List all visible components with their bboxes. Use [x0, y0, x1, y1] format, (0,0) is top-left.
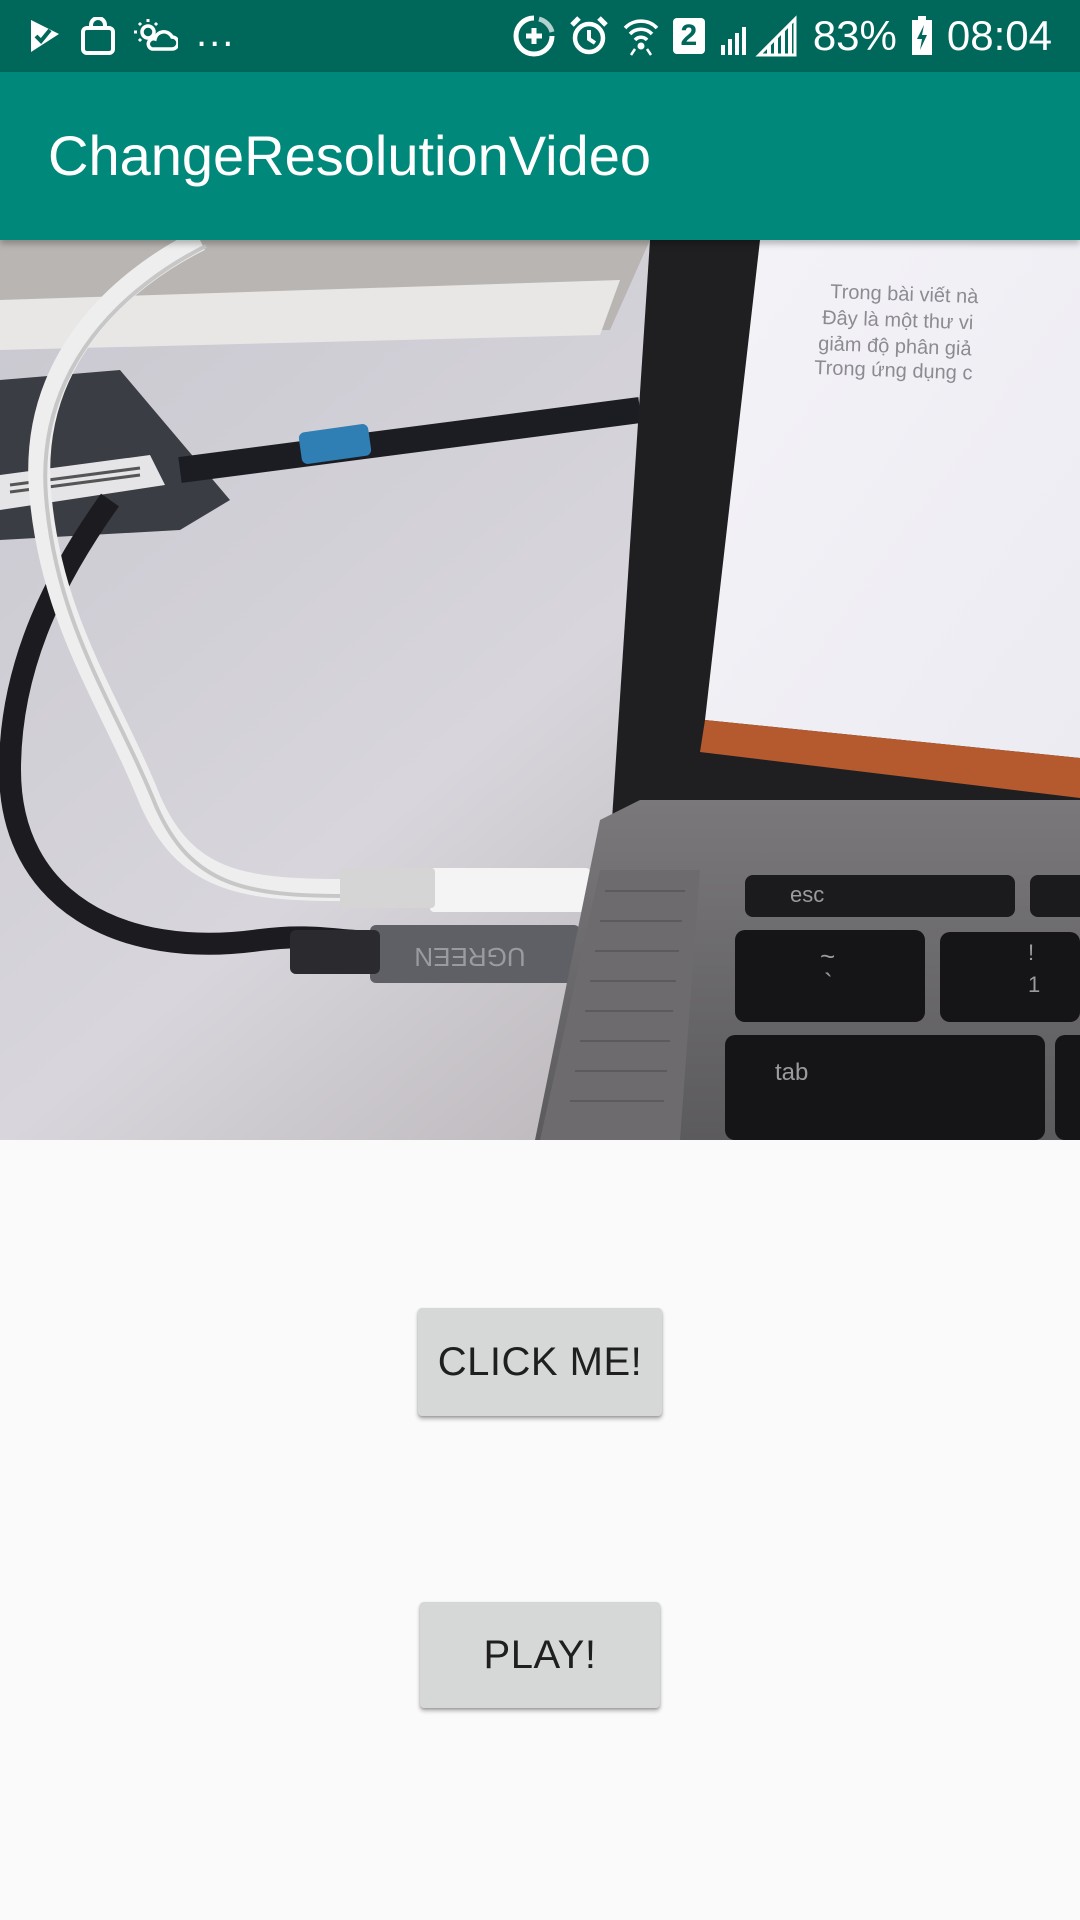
signal-icon: [720, 15, 797, 57]
check-flag-icon: [31, 20, 59, 52]
key-tilde-text: ~: [820, 941, 835, 971]
sim2-icon: 2: [672, 18, 705, 54]
status-bar-notifications: ...: [28, 11, 236, 58]
data-saver-icon: [513, 15, 555, 57]
cable-brand-text: UGREEN: [414, 942, 525, 972]
status-bar: ... 2 83% 08:04: [0, 0, 1080, 72]
wifi-icon: [623, 19, 659, 56]
key-tab-text: tab: [775, 1059, 808, 1086]
clock: 08:04: [946, 12, 1052, 59]
key-backtick-text: `: [824, 968, 833, 998]
battery-percent: 83%: [812, 12, 897, 59]
play-button[interactable]: PLAY!: [420, 1602, 660, 1708]
video-frame: UGREEN Trong bài viết nà Đây là một thư …: [0, 240, 1080, 1140]
app-title: ChangeResolutionVideo: [48, 124, 651, 187]
weather-cloud-icon: [134, 19, 178, 51]
video-view[interactable]: UGREEN Trong bài viết nà Đây là một thư …: [0, 240, 1080, 1140]
alarm-icon: [570, 16, 608, 55]
app-bar: ChangeResolutionVideo: [0, 72, 1080, 240]
key-exclaim-text: !: [1028, 940, 1034, 965]
notification-overflow: ...: [196, 11, 236, 55]
battery-charging-icon: [911, 16, 932, 55]
click-me-button[interactable]: CLICK ME!: [418, 1308, 662, 1416]
shopping-bag-icon: [81, 17, 115, 55]
key-esc-text: esc: [790, 882, 824, 907]
key-one-text: 1: [1028, 972, 1040, 997]
status-bar-system: 2 83% 08:04: [513, 14, 1052, 58]
